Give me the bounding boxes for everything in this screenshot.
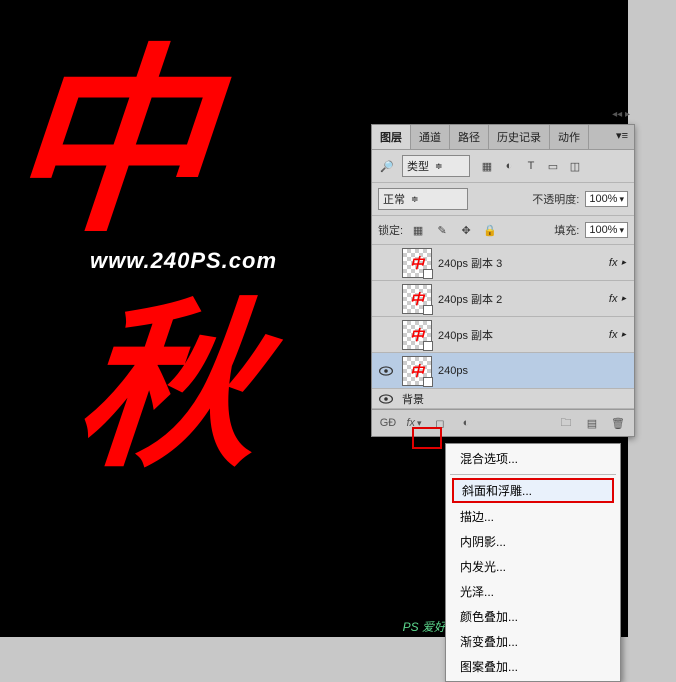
panel-tabs: 图层 通道 路径 历史记录 动作 ▾≡: [372, 125, 634, 150]
layer-name[interactable]: 240ps 副本: [438, 327, 603, 343]
fx-indicator[interactable]: fx▸: [609, 329, 630, 341]
chevron-down-icon: ≑: [435, 161, 443, 172]
filter-type-icon[interactable]: T: [522, 157, 540, 175]
menu-color-overlay[interactable]: 颜色叠加...: [446, 604, 620, 629]
menu-separator: [450, 474, 616, 475]
filter-adjust-icon[interactable]: ◐: [500, 157, 518, 175]
filter-smart-icon[interactable]: ◫: [566, 157, 584, 175]
chevron-down-icon: ≑: [411, 194, 419, 205]
layer-list: 中 240ps 副本 3 fx▸ 中 240ps 副本 2 fx▸ 中 240p…: [372, 245, 634, 409]
layer-style-menu: 混合选项... 斜面和浮雕... 描边... 内阴影... 内发光... 光泽.…: [445, 443, 621, 682]
filter-type-label: 类型: [407, 158, 429, 174]
chevron-down-icon: ▾: [619, 194, 624, 205]
calligraphy-char-1: 中: [0, 0, 223, 270]
layer-thumbnail[interactable]: 中: [402, 248, 432, 278]
menu-inner-shadow[interactable]: 内阴影...: [446, 529, 620, 554]
panel-menu-icon[interactable]: ▾≡: [610, 125, 634, 149]
layer-filter-row: 🔎 类型 ≑ ▦ ◐ T ▭ ◫: [372, 150, 634, 183]
filter-icons: ▦ ◐ T ▭ ◫: [478, 157, 584, 175]
layer-row[interactable]: 中 240ps: [372, 353, 634, 389]
menu-gradient-overlay[interactable]: 渐变叠加...: [446, 629, 620, 654]
fill-value: 100%: [589, 224, 617, 236]
fill-label: 填充:: [554, 222, 579, 238]
visibility-toggle[interactable]: [376, 366, 396, 376]
eye-icon: [379, 366, 393, 376]
layer-row[interactable]: 中 240ps 副本 2 fx▸: [372, 281, 634, 317]
fx-indicator[interactable]: fx▸: [609, 257, 630, 269]
tab-channels[interactable]: 通道: [411, 125, 450, 149]
fill-input[interactable]: 100% ▾: [585, 222, 628, 238]
fx-menu-button[interactable]: fx▾: [404, 414, 424, 432]
menu-satin[interactable]: 光泽...: [446, 579, 620, 604]
opacity-label: 不透明度:: [532, 191, 579, 207]
filter-type-dropdown[interactable]: 类型 ≑: [402, 155, 470, 177]
chevron-down-icon: ▾: [619, 225, 624, 236]
layer-name[interactable]: 240ps: [438, 365, 630, 377]
lock-label: 锁定:: [378, 222, 403, 238]
tab-history[interactable]: 历史记录: [489, 125, 550, 149]
filter-shape-icon[interactable]: ▭: [544, 157, 562, 175]
menu-pattern-overlay[interactable]: 图案叠加...: [446, 654, 620, 679]
lock-transparency-icon[interactable]: ▦: [409, 221, 427, 239]
layers-panel: ◂◂ ▸ 图层 通道 路径 历史记录 动作 ▾≡ 🔎 类型 ≑ ▦ ◐ T ▭ …: [371, 124, 635, 437]
layer-thumbnail[interactable]: 中: [402, 284, 432, 314]
layer-row[interactable]: 中 240ps 副本 3 fx▸: [372, 245, 634, 281]
watermark-url: www.240PS.com: [90, 248, 277, 274]
blend-mode-value: 正常: [383, 191, 405, 207]
layer-name[interactable]: 240ps 副本 2: [438, 291, 603, 307]
calligraphy-char-2: 秋: [69, 240, 272, 501]
blend-mode-dropdown[interactable]: 正常 ≑: [378, 188, 468, 210]
layer-thumbnail[interactable]: 中: [402, 356, 432, 386]
lock-paint-icon[interactable]: ✎: [433, 221, 451, 239]
link-layers-icon[interactable]: GĐ: [378, 414, 398, 432]
adjustment-icon[interactable]: ◐: [456, 414, 476, 432]
layer-thumbnail[interactable]: 中: [402, 320, 432, 350]
menu-inner-glow[interactable]: 内发光...: [446, 554, 620, 579]
tab-layers[interactable]: 图层: [372, 125, 411, 149]
lock-position-icon[interactable]: ✥: [457, 221, 475, 239]
layer-name[interactable]: 240ps 副本 3: [438, 255, 603, 271]
fx-indicator[interactable]: fx▸: [609, 293, 630, 305]
layer-name[interactable]: 背景: [402, 391, 630, 407]
delete-icon[interactable]: 🗑: [608, 414, 628, 432]
layer-row[interactable]: 中 240ps 副本 fx▸: [372, 317, 634, 353]
visibility-toggle[interactable]: [376, 394, 396, 404]
mask-icon[interactable]: ◻: [430, 414, 450, 432]
panel-footer: GĐ fx▾ ◻ ◐ 🗀 ▤ 🗑: [372, 409, 634, 436]
opacity-value: 100%: [589, 193, 617, 205]
menu-stroke[interactable]: 描边...: [446, 504, 620, 529]
tab-paths[interactable]: 路径: [450, 125, 489, 149]
tab-actions[interactable]: 动作: [550, 125, 589, 149]
new-layer-icon[interactable]: ▤: [582, 414, 602, 432]
opacity-input[interactable]: 100% ▾: [585, 191, 628, 207]
filter-pixel-icon[interactable]: ▦: [478, 157, 496, 175]
layer-row[interactable]: 背景: [372, 389, 634, 409]
panel-collapse-icon[interactable]: ◂◂ ▸: [612, 109, 630, 120]
menu-bevel-emboss[interactable]: 斜面和浮雕...: [452, 478, 614, 503]
menu-blend-options[interactable]: 混合选项...: [446, 446, 620, 471]
blend-row: 正常 ≑ 不透明度: 100% ▾: [372, 183, 634, 216]
lock-row: 锁定: ▦ ✎ ✥ 🔒 填充: 100% ▾: [372, 216, 634, 245]
eye-icon: [379, 394, 393, 404]
search-icon[interactable]: 🔎: [378, 157, 396, 175]
group-icon[interactable]: 🗀: [556, 414, 576, 432]
lock-all-icon[interactable]: 🔒: [481, 221, 499, 239]
